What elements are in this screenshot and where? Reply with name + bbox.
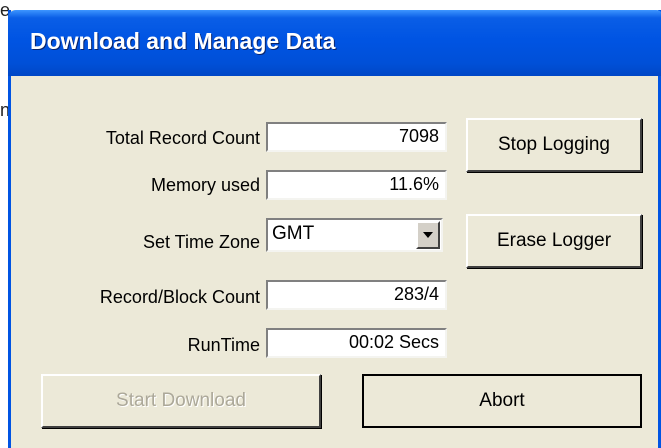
start-download-button[interactable]: Start Download: [41, 374, 321, 428]
time-zone-select[interactable]: GMT: [266, 218, 443, 252]
time-zone-selected-value: GMT: [272, 223, 315, 244]
chevron-down-icon: [423, 232, 433, 238]
runtime-label: RunTime: [187, 335, 260, 355]
erase-logger-button[interactable]: Erase Logger: [466, 214, 642, 268]
record-block-count-label: Record/Block Count: [99, 287, 260, 307]
runtime-field: 00:02 Secs: [266, 328, 447, 358]
record-block-count-field: 283/4: [266, 280, 447, 310]
memory-used-label: Memory used: [150, 175, 260, 195]
memory-used-field: 11.6%: [266, 170, 447, 200]
window-title: Download and Manage Data: [30, 28, 336, 54]
time-zone-label: Set Time Zone: [142, 232, 260, 252]
dialog-window: Download and Manage Data Total Record Co…: [8, 10, 661, 448]
title-bar[interactable]: Download and Manage Data: [8, 10, 661, 76]
total-record-count-field: 7098: [266, 122, 447, 152]
total-record-count-label: Total Record Count: [105, 128, 260, 148]
abort-button[interactable]: Abort: [362, 374, 642, 428]
dropdown-arrow-button[interactable]: [416, 221, 440, 249]
stop-logging-button[interactable]: Stop Logging: [466, 118, 642, 172]
